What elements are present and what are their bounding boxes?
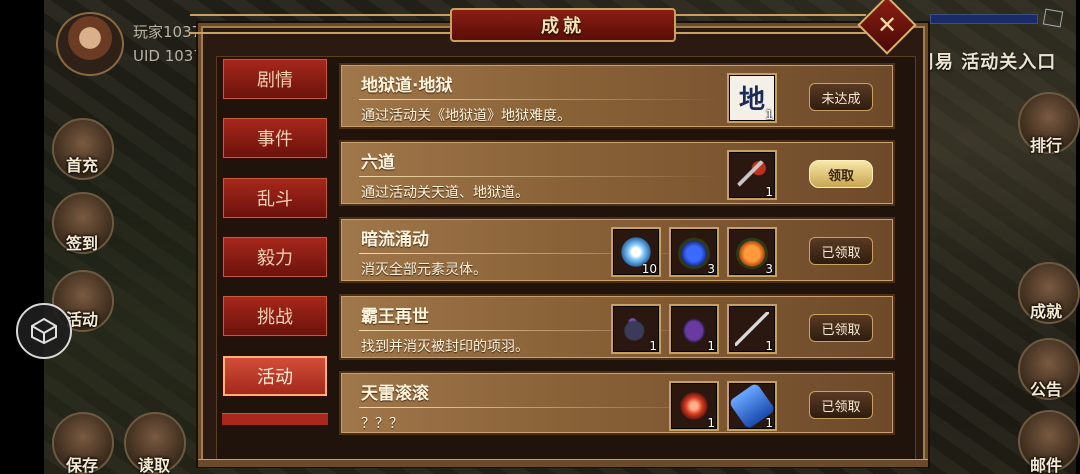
reward-count: 1 bbox=[765, 339, 773, 353]
floating-menu-button[interactable] bbox=[16, 303, 72, 359]
status-claimed-button[interactable]: 已领取 bbox=[809, 237, 873, 265]
cube-menu-icon bbox=[31, 317, 57, 345]
divider bbox=[359, 330, 719, 331]
reward-count: 10 bbox=[641, 262, 657, 276]
reward-count: 1 bbox=[707, 339, 715, 353]
tab-challenge[interactable]: 挑战 bbox=[222, 295, 328, 337]
page-title: 成就 bbox=[541, 16, 585, 37]
red-flame-icon[interactable]: 1 bbox=[669, 381, 719, 431]
achievement-title: 暗流涌动 bbox=[361, 230, 429, 250]
tab-event[interactable]: 事件 bbox=[222, 117, 328, 159]
reward-count: 3 bbox=[707, 262, 715, 276]
resource-bar bbox=[930, 14, 1038, 24]
divider bbox=[359, 99, 719, 100]
status-claimed-button[interactable]: 已领取 bbox=[809, 391, 873, 419]
warhorse-icon[interactable]: 1 bbox=[611, 304, 661, 354]
achievement-row: 地狱道·地狱 通过活动关《地狱道》地狱难度。 地 1 未达成 bbox=[339, 63, 895, 129]
achievement-title: 六道 bbox=[361, 153, 395, 173]
achievement-title: 天雷滚滚 bbox=[361, 384, 429, 404]
divider bbox=[359, 253, 719, 254]
reward-art bbox=[735, 235, 769, 269]
claim-button[interactable]: 领取 bbox=[809, 160, 873, 188]
signin-label: 签到 bbox=[66, 234, 99, 253]
first-recharge-label: 首充 bbox=[66, 156, 99, 175]
event-entrance-link[interactable]: 周易 活动关入口 bbox=[916, 48, 1056, 74]
reward-count: 1 bbox=[649, 339, 657, 353]
spear-icon[interactable]: 1 bbox=[727, 304, 777, 354]
reward-art bbox=[677, 312, 711, 346]
purple-armor-icon[interactable]: 1 bbox=[669, 304, 719, 354]
divider bbox=[359, 176, 719, 177]
tab-brawl[interactable]: 乱斗 bbox=[222, 177, 328, 219]
achievement-side-label: 成就 bbox=[1030, 302, 1063, 321]
tab-activity[interactable]: 活动 bbox=[222, 355, 328, 397]
notice-label: 公告 bbox=[1030, 380, 1063, 399]
reward-art bbox=[619, 312, 653, 346]
blue-scroll-icon[interactable]: 1 bbox=[727, 381, 777, 431]
title-ornament-right bbox=[676, 14, 866, 34]
achievement-title: 地狱道·地狱 bbox=[361, 76, 453, 96]
halberd-weapon-icon[interactable]: 1 bbox=[727, 150, 777, 200]
status-claimed-button[interactable]: 已领取 bbox=[809, 314, 873, 342]
reward-count: 1 bbox=[765, 185, 773, 199]
ice-crystal-icon[interactable]: 10 bbox=[611, 227, 661, 277]
orange-fruit-icon[interactable]: 3 bbox=[727, 227, 777, 277]
achievement-row: 天雷滚滚 ？？？ 1 1 已领取 bbox=[339, 371, 895, 435]
reward-count: 1 bbox=[765, 416, 773, 430]
letterbox-left bbox=[0, 0, 44, 474]
reward-art bbox=[735, 312, 769, 346]
calligraphy-di-icon[interactable]: 地 1 bbox=[727, 73, 777, 123]
achievement-desc: 通过活动关《地狱道》地狱难度。 bbox=[361, 108, 571, 124]
game-screen: 玩家1037 UID 10378 周易 活动关入口 首充 签到 活动 保存 读取… bbox=[0, 0, 1080, 474]
bird-icon[interactable] bbox=[1042, 8, 1064, 28]
title-ornament-left bbox=[190, 14, 450, 34]
tab-partial bbox=[222, 413, 328, 425]
tab-story[interactable]: 剧情 bbox=[222, 58, 328, 100]
reward-count: 1 bbox=[707, 416, 715, 430]
divider bbox=[359, 407, 719, 408]
achievement-desc: 通过活动关天道、地狱道。 bbox=[361, 185, 529, 201]
title-plate: 成就 bbox=[450, 8, 676, 42]
load-label: 读取 bbox=[138, 456, 171, 474]
achievement-desc: 消灭全部元素灵体。 bbox=[361, 262, 487, 278]
mail-label: 邮件 bbox=[1030, 456, 1063, 474]
achievement-desc: ？？？ bbox=[361, 416, 403, 432]
close-icon[interactable]: ✕ bbox=[866, 4, 908, 46]
save-label: 保存 bbox=[66, 456, 99, 474]
tab-perseverance[interactable]: 毅力 bbox=[222, 236, 328, 278]
achievement-title: 霸王再世 bbox=[361, 307, 429, 327]
status-not-achieved-button[interactable]: 未达成 bbox=[809, 83, 873, 111]
reward-count: 3 bbox=[765, 262, 773, 276]
reward-art bbox=[677, 389, 711, 423]
panel-bottom-border bbox=[198, 459, 928, 467]
reward-count: 1 bbox=[765, 108, 773, 122]
achievement-desc: 找到并消灭被封印的项羽。 bbox=[361, 339, 529, 355]
achievement-row: 暗流涌动 消灭全部元素灵体。 10 3 3 已领取 bbox=[339, 217, 895, 283]
blue-fruit-icon[interactable]: 3 bbox=[669, 227, 719, 277]
reward-art bbox=[735, 158, 769, 192]
ranking-label: 排行 bbox=[1030, 136, 1063, 155]
achievement-row: 六道 通过活动关天道、地狱道。 1 领取 bbox=[339, 140, 895, 206]
reward-art bbox=[677, 235, 711, 269]
player-avatar[interactable] bbox=[56, 12, 124, 76]
achievement-row: 霸王再世 找到并消灭被封印的项羽。 1 1 1 已领取 bbox=[339, 294, 895, 360]
letterbox-right bbox=[1076, 0, 1080, 474]
